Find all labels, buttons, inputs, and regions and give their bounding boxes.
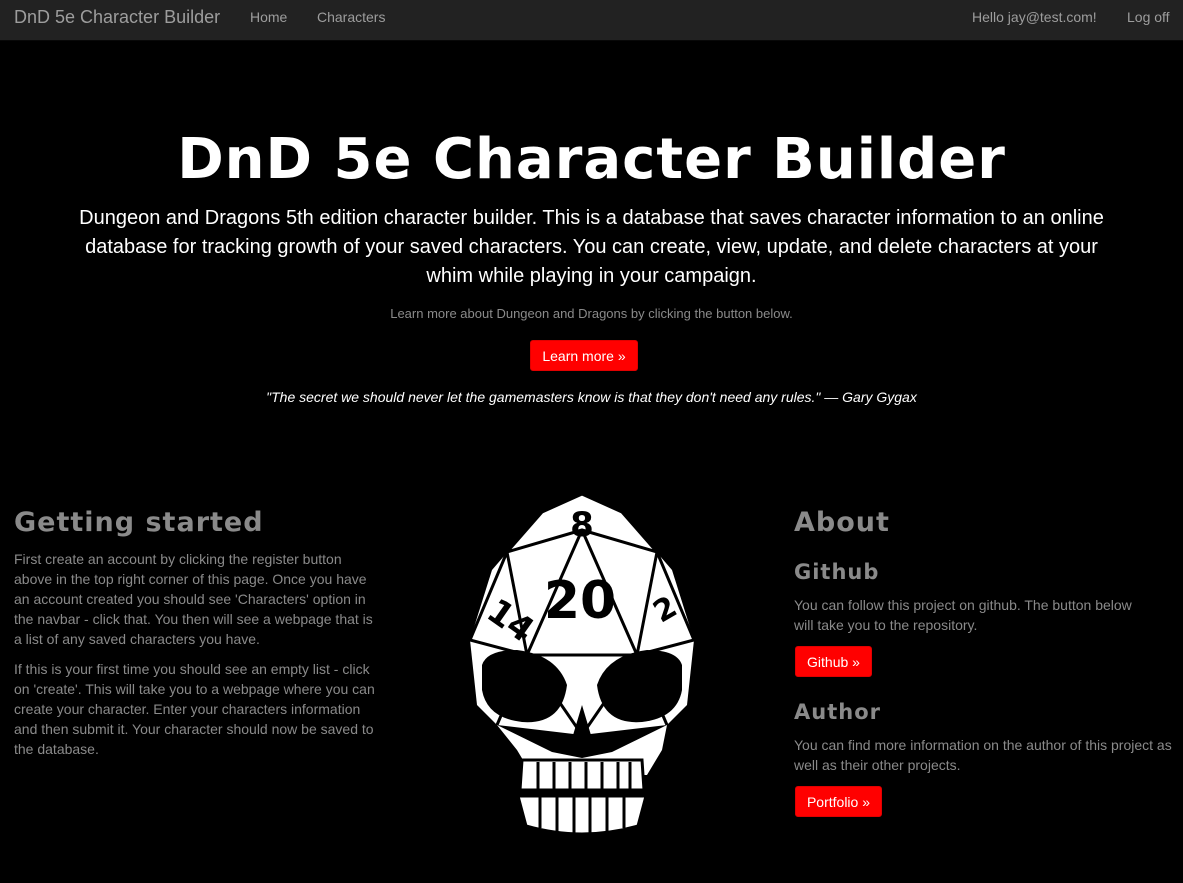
hero-title: DnD 5e Character Builder bbox=[177, 127, 1006, 192]
github-text: You can follow this project on github. T… bbox=[794, 597, 1132, 633]
die-number-20: 20 bbox=[544, 571, 616, 631]
author-heading: Author bbox=[794, 700, 881, 724]
navbar: DnD 5e Character Builder Home Characters… bbox=[0, 0, 1183, 41]
about-heading: About bbox=[794, 507, 890, 538]
die-number-8: 8 bbox=[570, 505, 594, 545]
github-button[interactable]: Github » bbox=[795, 646, 872, 677]
getting-started-heading: Getting started bbox=[14, 507, 264, 538]
hero-jumbotron: DnD 5e Character Builder Dungeon and Dra… bbox=[0, 41, 1183, 441]
portfolio-button[interactable]: Portfolio » bbox=[795, 786, 882, 817]
github-heading: Github bbox=[794, 560, 880, 584]
nav-home-link[interactable]: Home bbox=[250, 9, 287, 25]
learn-more-button[interactable]: Learn more » bbox=[530, 340, 638, 371]
user-greeting-link[interactable]: Hello jay@test.com! bbox=[972, 9, 1097, 25]
die-number-4: 4 bbox=[466, 578, 488, 595]
hero-subtext: Learn more about Dungeon and Dragons by … bbox=[390, 306, 793, 321]
d20-skull-icon: 8 20 14 2 16 15 4 bbox=[466, 492, 697, 836]
nav-characters-link[interactable]: Characters bbox=[317, 9, 385, 25]
brand-link[interactable]: DnD 5e Character Builder bbox=[14, 7, 220, 28]
hero-quote: "The secret we should never let the game… bbox=[266, 389, 917, 405]
logoff-link[interactable]: Log off bbox=[1127, 9, 1170, 25]
hero-lead: Dungeon and Dragons 5th edition characte… bbox=[79, 207, 1104, 287]
getting-started-paragraph-2: If this is your first time you should se… bbox=[14, 661, 375, 757]
getting-started-paragraph-1: First create an account by clicking the … bbox=[14, 551, 373, 647]
author-text: You can find more information on the aut… bbox=[794, 737, 1172, 773]
